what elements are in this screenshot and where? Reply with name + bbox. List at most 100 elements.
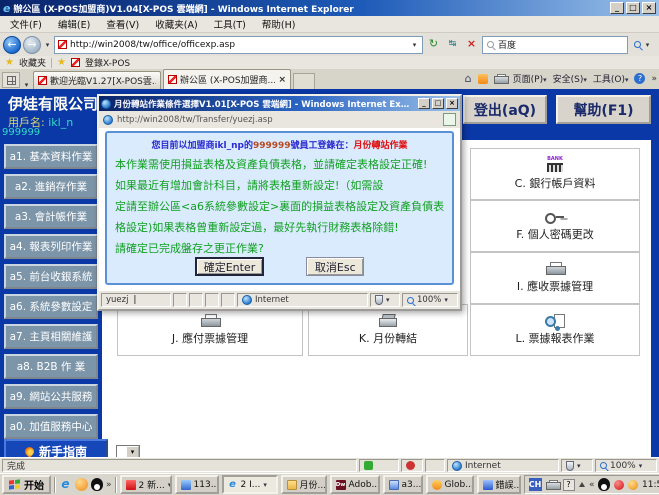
tab-close-icon[interactable]: × xyxy=(278,75,286,85)
quick-launch-app-icon[interactable] xyxy=(75,478,88,491)
dialog-close-button[interactable]: × xyxy=(446,98,458,109)
minimize-button[interactable]: _ xyxy=(610,2,624,14)
new-tab-stub[interactable] xyxy=(293,73,315,89)
window-titlebar[interactable]: 辦公區 (X-POS加盟商)V1.04[X-POS 雲端網] - Windows… xyxy=(0,0,659,16)
address-input[interactable] xyxy=(70,40,407,50)
help-icon[interactable] xyxy=(634,73,645,84)
status-protected-mode[interactable] xyxy=(561,459,593,472)
menu-edit[interactable]: 编辑(E) xyxy=(50,16,98,32)
task-button-error[interactable]: 錯誤... xyxy=(477,475,521,494)
task-button-1[interactable]: 2 新... xyxy=(120,475,172,494)
compatibility-icon[interactable] xyxy=(444,36,461,53)
dialog-zoom[interactable]: 100% xyxy=(402,293,458,307)
zone-label: Internet xyxy=(465,461,501,471)
tray-red-icon[interactable] xyxy=(614,480,624,490)
menu-file[interactable]: 文件(F) xyxy=(2,16,50,32)
quick-launch-ie-icon[interactable] xyxy=(59,478,72,491)
tab-welcome[interactable]: 歡迎光臨V1.27[X-POS雲... xyxy=(33,71,161,89)
help-button[interactable]: 幫助(F1) xyxy=(556,95,651,124)
tray-help-icon[interactable] xyxy=(563,479,575,491)
dialog-minimize-button[interactable]: _ xyxy=(418,98,430,109)
zoom-icon xyxy=(600,462,607,469)
tab-list-dropdown-icon[interactable] xyxy=(22,81,31,89)
tray-qq-icon[interactable] xyxy=(598,478,610,491)
sidebar-item-a5[interactable]: a5. 前台收銀系統 xyxy=(4,264,98,289)
page-menu-button[interactable]: 页面(P) xyxy=(513,72,547,85)
tools-menu-button[interactable]: 工具(O) xyxy=(593,72,629,85)
add-favorite-icon[interactable] xyxy=(57,58,66,68)
search-go-button[interactable] xyxy=(630,36,656,54)
favorite-item[interactable]: 登錄X-POS xyxy=(85,56,130,69)
menu-cell-bank-accounts[interactable]: BANK C. 銀行帳戶資料 xyxy=(470,148,640,200)
safety-menu-button[interactable]: 安全(S) xyxy=(553,72,587,85)
search-icon xyxy=(487,41,494,48)
menu-cell-month-closing[interactable]: K. 月份轉結 xyxy=(308,304,468,356)
menu-cell-change-password[interactable]: F. 個人密碼更改 xyxy=(470,200,640,252)
language-indicator[interactable]: CH xyxy=(529,478,542,491)
back-button[interactable]: ← xyxy=(3,36,21,54)
tab-office[interactable]: 辦公區 (X-POS加盟商... × xyxy=(163,69,291,89)
forward-button[interactable]: → xyxy=(23,36,41,54)
sidebar-item-a9[interactable]: a9. 網站公共服務 xyxy=(4,384,98,409)
confirm-button[interactable]: 確定Enter xyxy=(195,257,265,276)
menu-tools[interactable]: 工具(T) xyxy=(206,16,254,32)
menu-favorites[interactable]: 收藏夹(A) xyxy=(147,16,205,32)
shield-dropdown-icon xyxy=(386,295,390,305)
refresh-icon[interactable] xyxy=(425,36,442,53)
tray-printer-icon[interactable] xyxy=(546,480,559,490)
menu-cell-payable-notes[interactable]: J. 應付票據管理 xyxy=(117,304,303,356)
address-field-wrap xyxy=(54,36,423,54)
search-input[interactable] xyxy=(498,40,623,50)
dialog-status-zone: Internet xyxy=(237,293,368,307)
dialog-protected-mode[interactable] xyxy=(370,293,400,307)
task-button-folder[interactable]: 月份... xyxy=(281,475,327,494)
sidebar-item-a2[interactable]: a2. 進銷存作業 xyxy=(4,174,98,199)
newbie-guide-button[interactable]: 新手指南 xyxy=(4,439,108,457)
select-dropdown-icon[interactable]: ▾ xyxy=(126,446,139,457)
home-icon[interactable] xyxy=(465,72,472,85)
month-select[interactable]: ▾ xyxy=(116,445,140,457)
logout-button[interactable]: 登出(aQ) xyxy=(463,95,547,124)
close-button[interactable]: × xyxy=(642,2,656,14)
task-button-glob[interactable]: Glob... xyxy=(426,475,474,494)
menu-help[interactable]: 帮助(H) xyxy=(254,16,304,32)
sidebar-item-a6[interactable]: a6. 系統參數設定 xyxy=(4,294,98,319)
print-icon[interactable] xyxy=(494,74,507,84)
start-button[interactable]: 开始 xyxy=(2,475,51,494)
address-dropdown-icon[interactable] xyxy=(410,41,419,49)
tray-orange-icon[interactable] xyxy=(628,480,638,490)
status-zoom[interactable]: 100% xyxy=(595,459,657,472)
dialog-titlebar[interactable]: 月份轉站作業條件選擇V1.01[X-POS 雲端網] - Windows Int… xyxy=(99,96,460,111)
history-dropdown-icon[interactable] xyxy=(43,41,52,49)
sidebar-item-a1[interactable]: a1. 基本資料作業 xyxy=(4,144,98,169)
quick-tabs-button[interactable] xyxy=(2,72,20,88)
sidebar-item-a4[interactable]: a4. 報表列印作業 xyxy=(4,234,98,259)
tray-arrow-icon[interactable] xyxy=(579,482,585,487)
dialog-page-icon xyxy=(443,113,456,126)
tray-expand-icon[interactable] xyxy=(589,480,595,490)
chevron-more-icon[interactable] xyxy=(651,74,657,84)
dialog-maximize-button[interactable]: □ xyxy=(432,98,444,109)
sidebar-item-a0[interactable]: a0. 加值服務中心 xyxy=(4,414,98,439)
favorites-label[interactable]: 收藏夹 xyxy=(19,56,46,69)
feeds-icon[interactable] xyxy=(478,74,488,84)
bank-building-icon xyxy=(547,163,563,172)
app-icon xyxy=(483,480,493,490)
menu-cell-note-reports[interactable]: L. 票據報表作業 xyxy=(470,304,640,356)
task-button-2[interactable]: 113... xyxy=(175,475,219,494)
stop-icon[interactable] xyxy=(463,36,480,53)
quick-launch-qq-icon[interactable] xyxy=(91,478,103,491)
sidebar-item-a7[interactable]: a7. 主頁相關維護 xyxy=(4,324,98,349)
task-button-doc[interactable]: a3... xyxy=(383,475,423,494)
favorites-star-icon[interactable] xyxy=(5,58,14,68)
sidebar-item-a8[interactable]: a8. B2B 作 業 xyxy=(4,354,98,379)
quick-launch-chevron-icon[interactable] xyxy=(106,480,112,490)
maximize-button[interactable]: □ xyxy=(626,2,640,14)
menu-view[interactable]: 查看(V) xyxy=(98,16,147,32)
cancel-button[interactable]: 取消Esc xyxy=(306,257,364,276)
menu-cell-receivable-notes[interactable]: I. 應收票據管理 xyxy=(470,252,640,304)
sidebar-item-a3[interactable]: a3. 會計帳作業 xyxy=(4,204,98,229)
task-button-adobe[interactable]: DwAdob... xyxy=(330,475,380,494)
internet-globe-icon xyxy=(452,461,462,471)
task-button-ie-active[interactable]: 2 I... xyxy=(222,475,278,494)
